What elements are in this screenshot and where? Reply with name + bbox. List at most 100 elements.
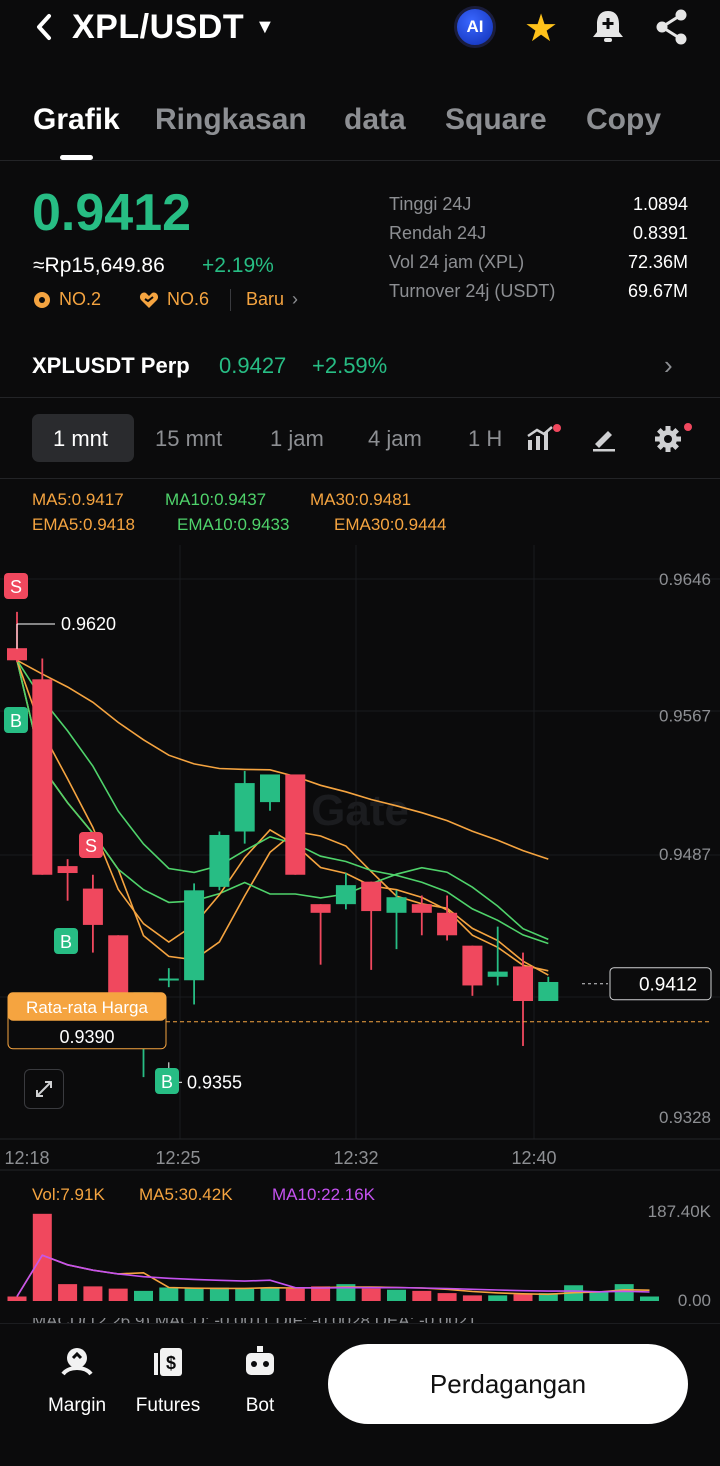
futures-icon: $ bbox=[154, 1348, 182, 1376]
stat-value-vol: 72.36M bbox=[627, 252, 688, 272]
ma5-line bbox=[16, 660, 549, 976]
tab-square[interactable]: Square bbox=[445, 103, 547, 137]
perp-change: +2.59% bbox=[312, 353, 388, 378]
price-change: +2.19% bbox=[202, 254, 274, 277]
section-tabs: Grafik Ringkasan data Square Copy bbox=[0, 95, 720, 161]
candle-body bbox=[386, 897, 407, 913]
back-arrow-icon[interactable] bbox=[30, 10, 60, 44]
volume-bar bbox=[462, 1295, 482, 1301]
candle-body bbox=[361, 881, 382, 912]
ai-button[interactable]: AI bbox=[454, 6, 496, 48]
margin-icon bbox=[61, 1348, 93, 1376]
perp-price: 0.9427 bbox=[219, 353, 287, 378]
volume-bar bbox=[513, 1294, 533, 1301]
indicator-icon[interactable] bbox=[526, 424, 562, 457]
current-price-label: 0.9412 bbox=[639, 975, 697, 996]
ema30-line bbox=[16, 659, 549, 860]
stat-label-turnover: Turnover 24j (USDT) bbox=[389, 281, 556, 301]
vol-axis-top: 187.40K bbox=[648, 1205, 712, 1221]
bot-icon bbox=[246, 1346, 274, 1375]
volume-bar bbox=[260, 1287, 280, 1301]
candle-body bbox=[335, 885, 356, 905]
volume-bar bbox=[361, 1288, 381, 1301]
ma30-label: MA30:0.9481 bbox=[310, 490, 412, 509]
volume-bar bbox=[83, 1286, 103, 1301]
candle-body bbox=[487, 971, 508, 977]
idr-price: ≈Rp15,649.86 bbox=[33, 254, 165, 277]
ema5-label: EMA5:0.9418 bbox=[32, 515, 136, 534]
avg-price-title: Rata-rata Harga bbox=[26, 998, 148, 1017]
vol-axis-bottom: 0.00 bbox=[678, 1291, 711, 1310]
x-tick-label: 12:25 bbox=[155, 1148, 200, 1168]
interval-15m[interactable]: 15 mnt bbox=[155, 426, 222, 452]
x-tick-label: 12:18 bbox=[4, 1148, 49, 1168]
volume-bar bbox=[437, 1293, 457, 1301]
perp-name: XPLUSDT Perp bbox=[32, 353, 190, 378]
volume-bar bbox=[235, 1288, 255, 1301]
margin-label: Margin bbox=[47, 1395, 107, 1416]
high-marker-label: 0.9620 bbox=[61, 614, 116, 634]
candle-body bbox=[260, 774, 280, 803]
candle-body bbox=[7, 648, 27, 661]
draw-pen-icon[interactable] bbox=[590, 424, 618, 457]
tab-ringkasan[interactable]: Ringkasan bbox=[155, 103, 307, 137]
candle-body bbox=[513, 966, 533, 1002]
interval-1m[interactable]: 1 mnt bbox=[53, 426, 108, 452]
candle-body bbox=[411, 904, 432, 913]
active-tab-indicator bbox=[60, 155, 93, 160]
candle-body bbox=[209, 834, 230, 887]
rank-badge-1[interactable]: NO.2 bbox=[33, 289, 101, 310]
trade-marker-label: B bbox=[10, 711, 22, 731]
interval-4h[interactable]: 4 jam bbox=[368, 426, 422, 452]
tab-data[interactable]: data bbox=[344, 103, 406, 137]
ma5-label: MA5:0.9417 bbox=[32, 490, 124, 509]
price-alert-bell-icon[interactable] bbox=[590, 8, 626, 51]
rank-2-label: NO.6 bbox=[167, 289, 210, 309]
interval-bar: 1 mnt 15 mnt 1 jam 4 jam 1 H bbox=[0, 412, 720, 464]
share-icon[interactable] bbox=[654, 8, 690, 51]
volume-bar bbox=[108, 1288, 128, 1301]
tab-grafik[interactable]: Grafik bbox=[33, 103, 120, 137]
rank-divider bbox=[230, 289, 231, 311]
ma-lines bbox=[16, 659, 549, 976]
bot-button[interactable]: Bot bbox=[220, 1344, 300, 1417]
candlestick-chart[interactable]: Gate 0.9646 0.9567 0.9487 0.9328 12:18 12:25 1… bbox=[0, 545, 720, 1175]
new-listing-link[interactable]: Baru › bbox=[246, 289, 298, 310]
candle-body bbox=[158, 978, 179, 981]
candle-body bbox=[285, 774, 306, 875]
y-tick-label: 0.9328 bbox=[659, 1108, 711, 1127]
settings-gear-icon[interactable] bbox=[652, 422, 696, 459]
candle-body bbox=[234, 783, 255, 832]
fire-rank-icon bbox=[34, 291, 50, 308]
interval-1h[interactable]: 1 jam bbox=[270, 426, 324, 452]
trade-button[interactable]: Perdagangan bbox=[328, 1344, 688, 1424]
candle-body bbox=[462, 945, 483, 986]
trade-marker-label: S bbox=[10, 577, 22, 597]
volume-bar bbox=[614, 1284, 634, 1301]
fullscreen-button[interactable] bbox=[24, 1069, 64, 1109]
pair-title[interactable]: XPL/USDT bbox=[72, 8, 244, 47]
volume-bar bbox=[640, 1296, 659, 1301]
volume-bar bbox=[58, 1284, 78, 1301]
pair-dropdown-icon[interactable]: ▼ bbox=[255, 16, 275, 39]
margin-button[interactable]: Margin bbox=[37, 1344, 117, 1417]
svg-text:$: $ bbox=[166, 1353, 176, 1373]
chart-grid bbox=[0, 545, 720, 1171]
favorite-star-icon[interactable]: ★ bbox=[524, 6, 558, 51]
candle-body bbox=[184, 890, 205, 981]
expand-icon bbox=[36, 1081, 52, 1097]
x-tick-label: 12:32 bbox=[333, 1148, 378, 1168]
futures-button[interactable]: $ Futures bbox=[128, 1344, 208, 1417]
x-tick-label: 12:40 bbox=[511, 1148, 556, 1168]
trade-marker-label: S bbox=[85, 836, 97, 856]
candle-body bbox=[538, 981, 559, 1002]
volume-bar bbox=[488, 1295, 508, 1301]
trade-marker-label: B bbox=[60, 932, 72, 952]
volume-bar bbox=[589, 1292, 609, 1301]
rank-badge-2[interactable]: NO.6 bbox=[139, 289, 209, 310]
volume-bar bbox=[387, 1289, 406, 1301]
vol-ma5-label: MA5:30.42K bbox=[139, 1185, 233, 1204]
interval-1d[interactable]: 1 H bbox=[468, 426, 502, 452]
candle-body bbox=[32, 679, 53, 875]
tab-copy[interactable]: Copy bbox=[586, 103, 661, 137]
